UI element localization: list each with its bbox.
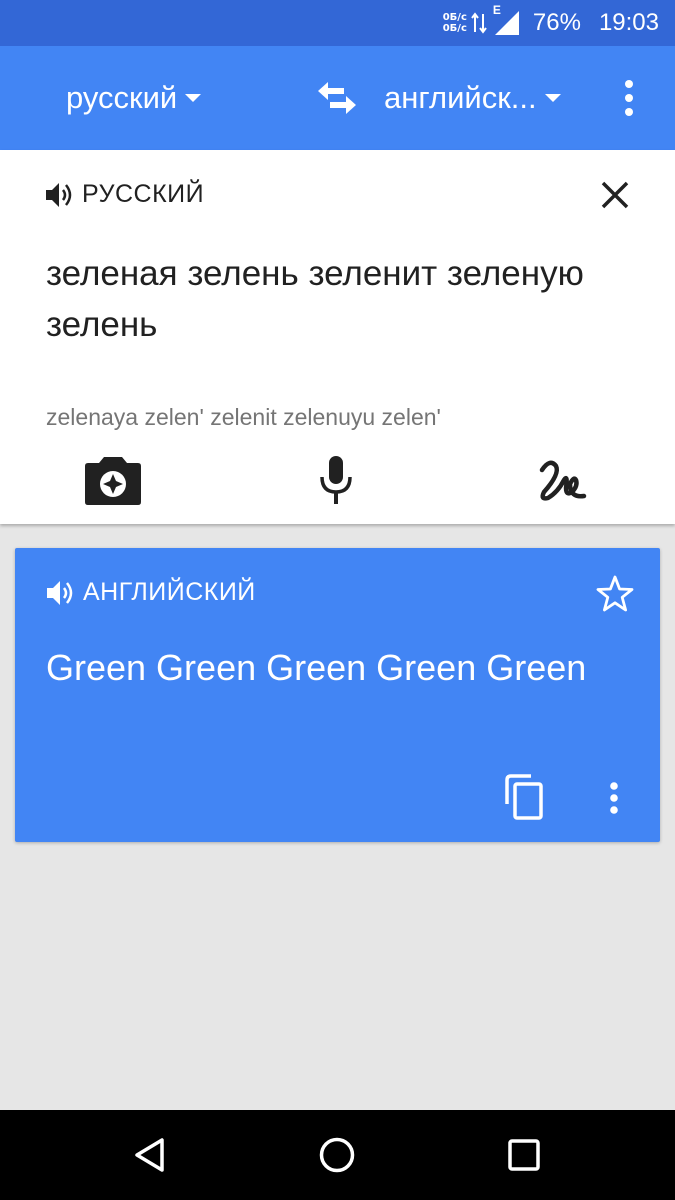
microphone-icon bbox=[320, 456, 352, 504]
copy-translation-button[interactable] bbox=[503, 774, 547, 822]
target-language-name: АНГЛИЙСКИЙ bbox=[83, 578, 256, 606]
source-card: РУССКИЙ зеленая зелень зеленит зеленую з… bbox=[0, 150, 675, 524]
signal-icon: E bbox=[493, 3, 521, 37]
dropdown-caret-icon bbox=[544, 94, 561, 102]
copy-icon bbox=[505, 774, 543, 820]
close-icon bbox=[601, 181, 629, 209]
source-language-name: РУССКИЙ bbox=[82, 180, 205, 208]
home-icon bbox=[319, 1137, 355, 1173]
speaker-icon[interactable] bbox=[45, 579, 75, 607]
target-language-select[interactable]: английск... bbox=[384, 46, 561, 150]
target-language-header[interactable]: АНГЛИЙСКИЙ bbox=[45, 578, 256, 607]
navigation-bar bbox=[0, 1110, 675, 1200]
translation-more-button[interactable] bbox=[601, 776, 627, 820]
more-vert-icon bbox=[610, 782, 618, 814]
camera-icon bbox=[85, 457, 141, 505]
net-down-speed: 0Б/с bbox=[442, 23, 467, 34]
swap-languages-button[interactable] bbox=[314, 78, 360, 118]
clock: 19:03 bbox=[598, 9, 659, 36]
back-icon bbox=[135, 1138, 164, 1172]
voice-input-button[interactable] bbox=[316, 452, 356, 508]
transliteration-text: zelenaya zelen' zelenit zelenuyu zelen' bbox=[46, 404, 441, 430]
target-language-label: английск... bbox=[384, 80, 537, 115]
more-vert-icon bbox=[625, 80, 633, 116]
back-button[interactable] bbox=[110, 1110, 190, 1200]
handwriting-icon bbox=[539, 460, 587, 501]
swap-icon bbox=[318, 82, 356, 114]
star-icon bbox=[596, 575, 634, 612]
recents-icon bbox=[508, 1139, 540, 1171]
network-speed: 0Б/с 0Б/с bbox=[443, 12, 467, 34]
save-translation-button[interactable] bbox=[595, 574, 635, 614]
battery-level: 76% bbox=[532, 9, 581, 36]
data-transfer-icon bbox=[471, 12, 487, 34]
overflow-menu-button[interactable] bbox=[612, 76, 646, 120]
handwriting-input-button[interactable] bbox=[536, 452, 588, 508]
translation-text: Green Green Green Green Green bbox=[46, 647, 587, 688]
speaker-icon[interactable] bbox=[44, 181, 74, 209]
camera-input-button[interactable] bbox=[84, 452, 142, 508]
recents-button[interactable] bbox=[484, 1110, 564, 1200]
source-language-select[interactable]: русский bbox=[66, 46, 202, 150]
app-toolbar: русский английск... bbox=[0, 46, 675, 150]
source-text[interactable]: зеленая зелень зеленит зеленую зелень bbox=[46, 248, 606, 350]
home-button[interactable] bbox=[297, 1110, 377, 1200]
dropdown-caret-icon bbox=[185, 94, 202, 102]
clear-input-button[interactable] bbox=[598, 178, 632, 212]
source-language-header[interactable]: РУССКИЙ bbox=[44, 180, 204, 209]
net-up-speed: 0Б/с bbox=[442, 12, 467, 23]
network-type-label: E bbox=[492, 3, 501, 17]
status-bar: 0Б/с 0Б/с E 76% 19:03 bbox=[0, 0, 675, 46]
source-language-label: русский bbox=[66, 80, 178, 115]
translation-card[interactable]: АНГЛИЙСКИЙ Green Green Green Green Green bbox=[15, 548, 660, 842]
